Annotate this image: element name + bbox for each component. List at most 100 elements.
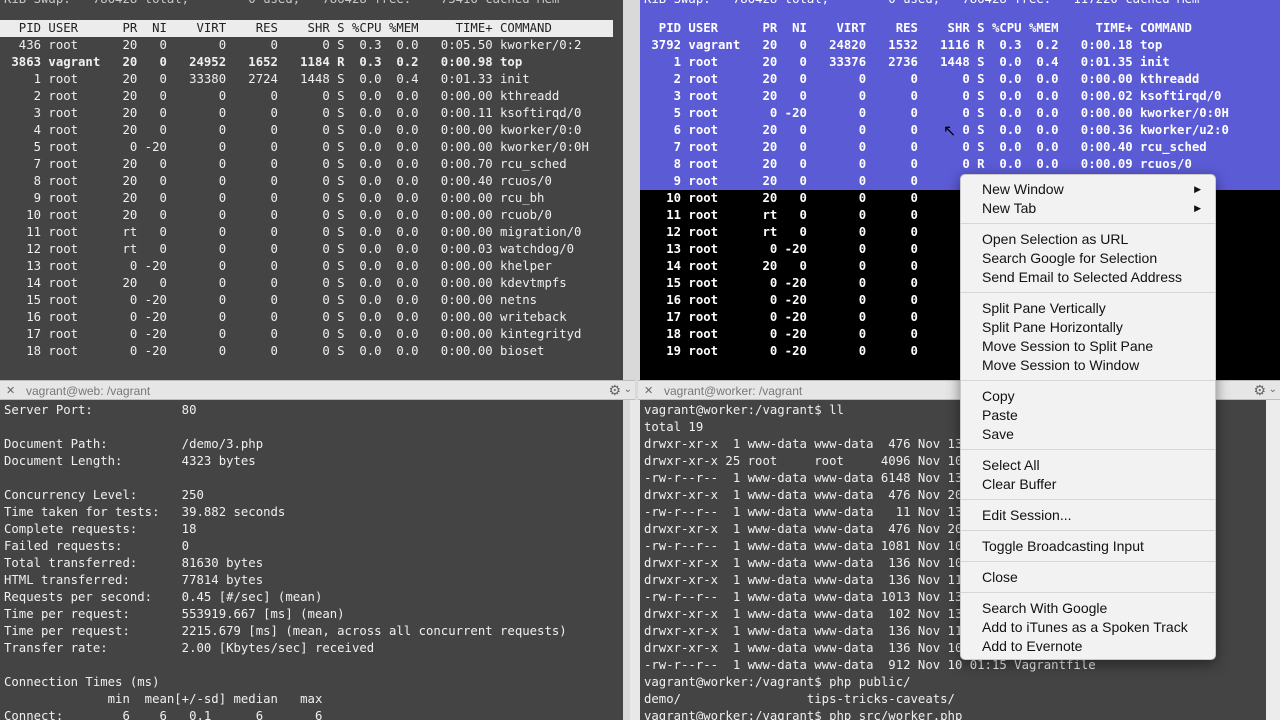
chevron-right-icon: ▶ [1194,203,1201,213]
process-row: 7 root 20 0 0 0 0 S 0.0 0.0 0:00.40 rcu_… [640,139,1280,156]
terminal-line: Requests per second: 0.45 [#/sec] (mean) [4,590,323,604]
scrollbar[interactable] [1266,400,1280,720]
terminal-line: Total transferred: 81630 bytes [4,556,264,570]
context-menu[interactable]: New Window ▶ New Tab ▶ Open Selection as URL… [960,174,1216,660]
terminal-line: Document Length: 4323 bytes [4,454,256,468]
process-row: 11 root rt 0 0 0 0 S 0.0 0.0 0:00.00 mig… [4,225,582,239]
menu-item-label: New Tab [982,200,1037,216]
process-row: 7 root 20 0 0 0 0 S 0.0 0.0 0:00.70 rcu_… [4,157,567,171]
session-title: vagrant@web: /vagrant [26,384,151,398]
menu-item-clear-buffer[interactable]: Clear Buffer [961,475,1215,494]
chevron-down-icon[interactable]: ⌄ [624,384,632,395]
terminal-line: Complete requests: 18 [4,522,197,536]
menu-separator [961,499,1215,500]
process-row: 8 root 20 0 0 0 0 S 0.0 0.0 0:00.40 rcuo… [4,174,552,188]
menu-item-edit-session[interactable]: Edit Session... [961,506,1215,525]
terminal-line: Time taken for tests: 39.882 seconds [4,505,286,519]
close-icon[interactable]: ✕ [6,384,15,397]
menu-item-label: Move Session to Split Pane [982,338,1154,354]
session-title: vagrant@worker: /vagrant [664,384,803,398]
menu-item-label: Clear Buffer [982,476,1057,492]
menu-item-split-pane-vertically[interactable]: Split Pane Vertically [961,299,1215,318]
menu-separator [961,380,1215,381]
menu-item-label: Move Session to Window [982,357,1140,373]
menu-item-label: Toggle Broadcasting Input [982,538,1144,554]
terminal-pane-web-top[interactable]: KiB Swap: 786428 total, 0 used, 786428 f… [0,0,623,380]
menu-item-open-selection-as-url[interactable]: Open Selection as URL [961,230,1215,249]
menu-item-label: Search With Google [982,600,1108,616]
process-row: 3792 vagrant 20 0 24820 1532 1116 R 0.3 … [640,37,1280,54]
process-row: 12 root rt 0 0 0 0 S 0.0 0.0 0:00.03 wat… [4,242,575,256]
terminal-line: Time per request: 2215.679 [ms] (mean, a… [4,624,567,638]
session-titlebar-web[interactable]: ✕ vagrant@web: /vagrant ⚙ ⌄ [0,380,635,400]
terminal-line: Time per request: 553919.667 [ms] (mean) [4,607,345,621]
terminal-pane-web-bottom[interactable]: Server Port: 80 Document Path: /demo/3.ph… [0,400,623,720]
process-row: 2 root 20 0 0 0 0 S 0.0 0.0 0:00.00 kthr… [4,89,560,103]
terminal-line: Connection Times (ms) [4,675,160,689]
menu-separator [961,530,1215,531]
process-row: 17 root 0 -20 0 0 0 S 0.0 0.0 0:00.00 ki… [4,327,582,341]
menu-separator [961,223,1215,224]
swap-line: KiB Swap: 786428 total, 0 used, 786428 f… [0,0,623,8]
menu-item-split-pane-horizontally[interactable]: Split Pane Horizontally [961,318,1215,337]
close-icon[interactable]: ✕ [644,384,653,397]
terminal-output: Server Port: 80 Document Path: /demo/3.ph… [0,402,623,720]
menu-item-save[interactable]: Save [961,425,1215,444]
terminal-line: vagrant@worker:/vagrant$ php src/worker.… [644,709,963,720]
pane-divider[interactable] [630,400,640,720]
menu-item-label: Add to iTunes as a Spoken Track [982,619,1188,635]
menu-item-label: Select All [982,457,1040,473]
chevron-down-icon[interactable]: ⌄ [1269,384,1277,395]
menu-item-select-all[interactable]: Select All [961,456,1215,475]
process-row: 18 root 0 -20 0 0 0 S 0.0 0.0 0:00.00 bi… [4,344,545,358]
terminal-line: Concurrency Level: 250 [4,488,204,502]
process-list: 436 root 20 0 0 0 0 S 0.3 0.0 0:05.50 kw… [0,37,623,360]
process-row: 9 root 20 0 0 0 0 S 0.0 0.0 0:00.00 rcu_… [4,191,545,205]
terminal-line: Transfer rate: 2.00 [Kbytes/sec] receive… [4,641,375,655]
menu-item-label: Send Email to Selected Address [982,269,1183,285]
menu-item-search-google-for-selection[interactable]: Search Google for Selection [961,249,1215,268]
menu-separator [961,561,1215,562]
menu-item-move-session-to-split-pane[interactable]: Move Session to Split Pane [961,337,1215,356]
menu-item-toggle-broadcasting-input[interactable]: Toggle Broadcasting Input [961,537,1215,556]
process-row: 15 root 0 -20 0 0 0 S 0.0 0.0 0:00.00 ne… [4,293,538,307]
process-row: 3863 vagrant 20 0 24952 1652 1184 R 0.3 … [4,55,523,69]
menu-item-label: Close [982,569,1018,585]
menu-item-copy[interactable]: Copy [961,387,1215,406]
menu-item-label: Search Google for Selection [982,250,1158,266]
menu-item-add-to-itunes-as-a-spoken-track[interactable]: Add to iTunes as a Spoken Track [961,618,1215,637]
process-row: 10 root 20 0 0 0 0 S 0.0 0.0 0:00.00 rcu… [4,208,552,222]
menu-item-paste[interactable]: Paste [961,406,1215,425]
menu-item-move-session-to-window[interactable]: Move Session to Window [961,356,1215,375]
process-row: 13 root 0 -20 0 0 0 S 0.0 0.0 0:00.00 kh… [4,259,552,273]
menu-item-label: Split Pane Horizontally [982,319,1123,335]
process-row: 1 root 20 0 33376 2736 1448 S 0.0 0.4 0:… [640,54,1280,71]
menu-item-add-to-evernote[interactable]: Add to Evernote [961,637,1215,656]
menu-separator [961,292,1215,293]
gear-icon[interactable]: ⚙ [608,382,621,399]
menu-item-label: Open Selection as URL [982,231,1129,247]
menu-item-send-email-to-selected-address[interactable]: Send Email to Selected Address [961,268,1215,287]
terminal-line: Server Port: 80 [4,403,197,417]
top-header-row: PID USER PR NI VIRT RES SHR S %CPU %MEM … [0,20,613,37]
menu-item-new-window[interactable]: New Window ▶ [961,180,1215,199]
process-row: 436 root 20 0 0 0 0 S 0.3 0.0 0:05.50 kw… [4,38,582,52]
process-row: 3 root 20 0 0 0 0 S 0.0 0.0 0:00.02 ksof… [640,88,1280,105]
terminal-line: HTML transferred: 77814 bytes [4,573,264,587]
menu-item-new-tab[interactable]: New Tab ▶ [961,199,1215,218]
menu-item-label: Edit Session... [982,507,1072,523]
menu-item-close[interactable]: Close [961,568,1215,587]
terminal-line: Connect: 6 6 0.1 6 6 [4,709,323,720]
terminal-line: demo/ tips-tricks-caveats/ [644,692,955,706]
terminal-line: min mean[+/-sd] median max [4,692,323,706]
menu-item-search-with-google[interactable]: Search With Google [961,599,1215,618]
gear-icon[interactable]: ⚙ [1253,382,1266,399]
process-row: 4 root 20 0 0 0 0 S 0.0 0.0 0:00.00 kwor… [4,123,582,137]
menu-separator [961,449,1215,450]
mouse-pointer-icon: ↖ [943,121,957,140]
menu-item-label: Paste [982,407,1018,423]
menu-item-label: New Window [982,181,1064,197]
